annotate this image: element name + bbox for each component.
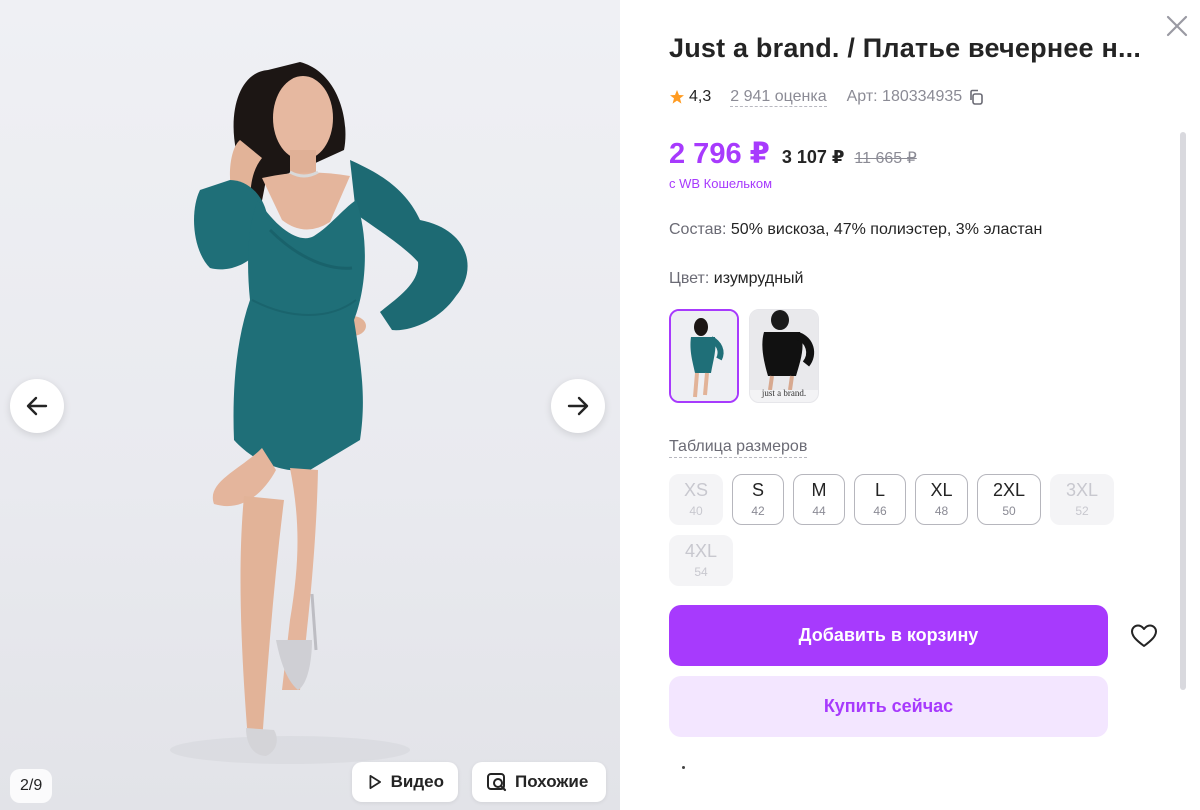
size-m-label: M <box>811 480 827 500</box>
color-swatch-black[interactable]: just a brand. <box>749 309 819 403</box>
add-to-cart-button[interactable]: Добавить в корзину <box>669 605 1108 666</box>
article-number: Арт: 180334935 <box>846 88 963 105</box>
swatch-black-image <box>750 310 818 391</box>
size-table-link[interactable]: Таблица размеров <box>669 437 808 458</box>
size-4xl-label: 4XL <box>684 541 718 561</box>
size-3xl-ru: 52 <box>1075 504 1089 518</box>
product-photo <box>170 62 468 764</box>
color-row: Цвет: изумрудный <box>669 270 803 288</box>
price-current: 2 796 ₽ <box>669 138 770 170</box>
wallet-note: с WB Кошельком <box>669 176 773 191</box>
play-icon <box>369 774 381 790</box>
rating-value: 4,3 <box>689 88 712 105</box>
size-xs-label: XS <box>683 480 708 500</box>
price-without-wallet: 3 107 ₽ <box>781 147 845 167</box>
size-l[interactable]: L 46 <box>854 474 906 525</box>
size-2xl[interactable]: 2XL 50 <box>977 474 1041 525</box>
star-icon <box>670 90 684 104</box>
size-m[interactable]: M 44 <box>793 474 845 525</box>
color-value: изумрудный <box>713 270 804 287</box>
size-xs-ru: 40 <box>689 504 703 518</box>
size-xl-label: XL <box>930 480 953 500</box>
swatch-black-caption: just a brand. <box>761 388 807 398</box>
panel-scrollbar[interactable] <box>1180 132 1186 690</box>
size-xl[interactable]: XL 48 <box>915 474 968 525</box>
prev-image-button[interactable] <box>10 379 64 433</box>
product-gallery[interactable]: 2/9 Видео Похожие <box>0 0 620 810</box>
color-label: Цвет: <box>669 270 710 287</box>
video-label: Видео <box>390 772 444 791</box>
video-button[interactable]: Видео <box>352 762 458 802</box>
scroll-hint-dot <box>682 766 685 769</box>
size-l-ru: 46 <box>873 504 887 518</box>
size-2xl-ru: 50 <box>1002 504 1016 518</box>
price-original: 11 665 ₽ <box>854 150 917 167</box>
size-xl-ru: 48 <box>934 504 949 518</box>
price-row: 2 796 ₽ 3 107 ₽ 11 665 ₽ <box>669 136 917 171</box>
composition-label: Состав: <box>669 221 727 238</box>
size-m-ru: 44 <box>812 504 826 518</box>
arrow-left-icon <box>26 396 48 416</box>
size-4xl-ru: 54 <box>694 565 708 579</box>
color-swatch-emerald[interactable] <box>669 309 739 403</box>
similar-label: Похожие <box>515 772 589 791</box>
size-2xl-label: 2XL <box>992 480 1026 500</box>
similar-button[interactable]: Похожие <box>472 762 606 802</box>
size-xs: XS 40 <box>669 474 723 525</box>
composition-row: Состав: 50% вискоза, 47% полиэстер, 3% э… <box>669 221 1042 239</box>
composition-value: 50% вискоза, 47% полиэстер, 3% эластан <box>730 221 1043 238</box>
product-meta: 4,3 2 941 оценка Арт: 180334935 <box>669 86 984 108</box>
size-s-ru: 42 <box>751 504 765 518</box>
arrow-right-icon <box>567 396 589 416</box>
close-icon[interactable] <box>1163 12 1191 40</box>
heart-icon[interactable] <box>1130 622 1158 650</box>
reviews-link[interactable]: 2 941 оценка <box>730 88 827 107</box>
copy-icon[interactable] <box>968 89 984 105</box>
next-image-button[interactable] <box>551 379 605 433</box>
image-counter: 2/9 <box>10 769 53 803</box>
similar-search-icon <box>487 773 507 792</box>
size-3xl: 3XL 52 <box>1050 474 1114 525</box>
size-s[interactable]: S 42 <box>732 474 784 525</box>
size-s-label: S <box>751 480 764 500</box>
buy-now-button[interactable]: Купить сейчас <box>669 676 1108 737</box>
size-l-label: L <box>874 480 885 500</box>
product-title: Just a brand. / Платье вечернее н... <box>669 33 1142 63</box>
size-4xl: 4XL 54 <box>669 535 733 586</box>
swatch-emerald-image <box>671 311 737 401</box>
size-3xl-label: 3XL <box>1065 480 1099 500</box>
